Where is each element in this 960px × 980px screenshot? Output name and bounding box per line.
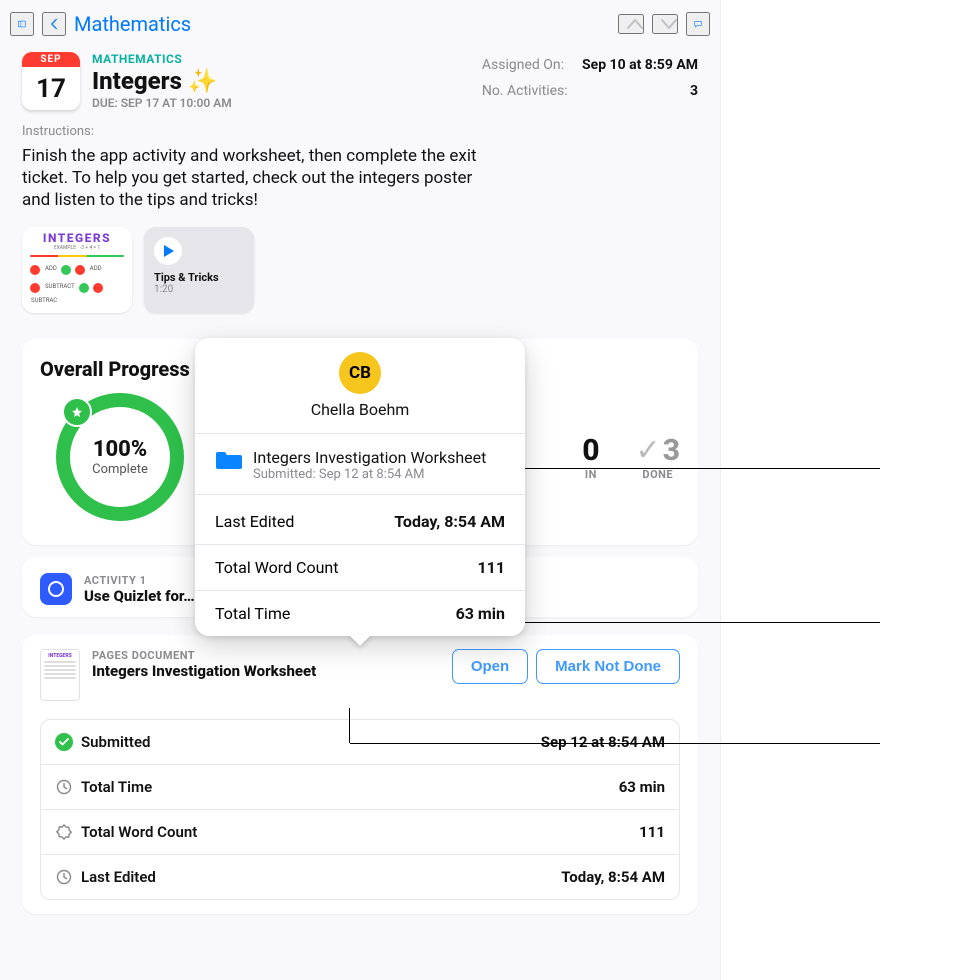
student-name: Chella Boehm (311, 400, 410, 419)
sidebar-toggle-icon[interactable] (10, 12, 34, 36)
back-label[interactable]: Mathematics (74, 12, 191, 36)
assigned-on-label: Assigned On: (482, 52, 564, 78)
popover-file-sub: Submitted: Sep 12 at 8:54 AM (253, 467, 486, 482)
assignment-due: DUE: SEP 17 AT 10:00 AM (92, 96, 470, 110)
nav-bar: Mathematics (0, 0, 720, 48)
poster-title: INTEGERS (22, 231, 132, 245)
popover-word-count: Total Word Count111 (195, 544, 525, 590)
clock-icon (55, 868, 73, 886)
callout-line (350, 743, 880, 744)
calendar-day: 17 (36, 67, 66, 110)
sparkle-icon: ✨ (188, 67, 218, 95)
calendar-icon: SEP 17 (22, 52, 80, 110)
attachments: INTEGERS EXAMPLE · -3 + 4 = 1 ADD ADD SU… (0, 217, 720, 327)
instructions-body: Finish the app activity and worksheet, t… (22, 145, 502, 211)
row-word-count: Total Word Count 111 (41, 809, 679, 854)
badge-icon (55, 823, 73, 841)
tips-title: Tips & Tricks (154, 271, 244, 284)
document-type-label: PAGES DOCUMENT (92, 649, 316, 662)
assignment-title: Integers ✨ (92, 67, 470, 95)
prev-assignment-icon[interactable] (618, 14, 644, 34)
play-icon (154, 237, 182, 265)
progress-percent: 100% (92, 437, 148, 462)
row-submitted: Submitted Sep 12 at 8:54 AM (41, 720, 679, 764)
kpi-in-progress: 0 IN (582, 433, 599, 481)
kpi-done: ✓3 DONE (636, 433, 680, 481)
next-assignment-icon[interactable] (652, 14, 678, 34)
callout-line (349, 708, 350, 743)
activity-1-name: Use Quizlet for… (84, 587, 195, 605)
star-badge-icon (62, 397, 92, 427)
callout-line (525, 468, 880, 469)
popover-file-title: Integers Investigation Worksheet (253, 448, 486, 467)
activity-1-label: ACTIVITY 1 (84, 574, 195, 587)
calendar-month: SEP (22, 52, 80, 67)
chat-icon[interactable] (686, 12, 710, 36)
document-thumbnail: INTEGERS (40, 649, 80, 701)
assignment-category: MATHEMATICS (92, 52, 470, 66)
row-total-time: Total Time 63 min (41, 764, 679, 809)
quizlet-icon (40, 573, 72, 605)
instructions: Instructions: Finish the app activity an… (0, 118, 720, 217)
document-section: INTEGERS PAGES DOCUMENT Integers Investi… (22, 635, 698, 914)
popover-total-time: Total Time63 min (195, 590, 525, 636)
checkmark-icon: ✓ (636, 433, 661, 468)
folder-icon (215, 448, 243, 474)
student-popover: CB Chella Boehm Integers Investigation W… (195, 338, 525, 636)
mark-not-done-button[interactable]: Mark Not Done (536, 649, 680, 684)
back-chevron-icon[interactable] (42, 12, 66, 36)
avatar: CB (339, 352, 381, 394)
document-name: Integers Investigation Worksheet (92, 662, 316, 680)
tips-attachment[interactable]: Tips & Tricks 1:20 (144, 227, 254, 313)
assignment-header: SEP 17 MATHEMATICS Integers ✨ DUE: SEP 1… (0, 48, 720, 118)
open-button[interactable]: Open (452, 649, 528, 684)
row-last-edited: Last Edited Today, 8:54 AM (41, 854, 679, 899)
success-check-icon (55, 733, 73, 751)
popover-last-edited: Last EditedToday, 8:54 AM (195, 499, 525, 544)
progress-percent-sub: Complete (92, 462, 148, 477)
callout-line (525, 622, 880, 623)
clock-icon (55, 778, 73, 796)
activities-value: 3 (690, 78, 698, 104)
instructions-label: Instructions: (22, 124, 698, 139)
tips-duration: 1:20 (154, 284, 244, 295)
activities-label: No. Activities: (482, 78, 568, 104)
progress-ring: 100% Complete (56, 393, 184, 521)
assignment-meta: Assigned On: Sep 10 at 8:59 AM No. Activi… (482, 52, 698, 110)
popover-file[interactable]: Integers Investigation Worksheet Submitt… (195, 434, 525, 488)
assigned-on-value: Sep 10 at 8:59 AM (582, 52, 698, 78)
poster-attachment[interactable]: INTEGERS EXAMPLE · -3 + 4 = 1 ADD ADD SU… (22, 227, 132, 313)
document-detail-rows: Submitted Sep 12 at 8:54 AM Total Time 6… (40, 719, 680, 900)
